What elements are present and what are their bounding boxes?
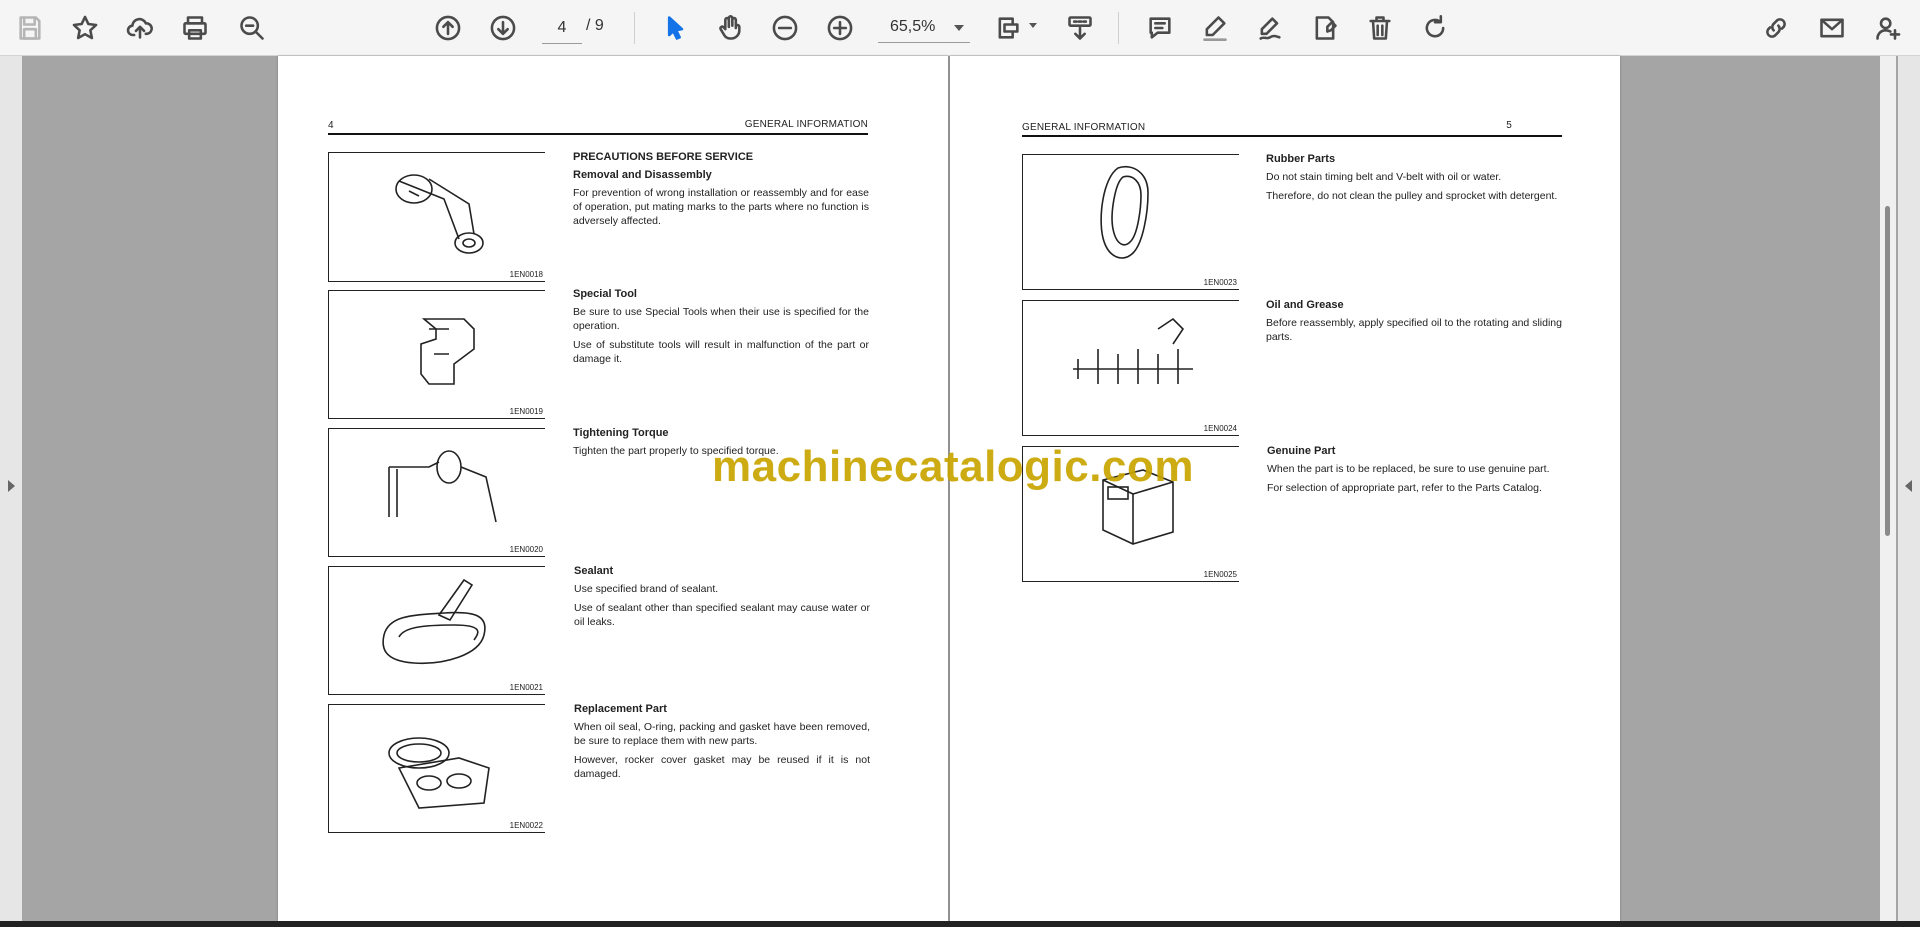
page-number: 4 xyxy=(328,120,334,131)
figure-code: 1EN0024 xyxy=(1203,424,1237,433)
figure-code: 1EN0022 xyxy=(509,821,543,830)
draw-icon[interactable] xyxy=(1250,8,1290,48)
section-text: When the part is to be replaced, be sure… xyxy=(1267,463,1550,475)
page-header: GENERAL INFORMATION xyxy=(1022,122,1146,133)
section-text: Use specified brand of sealant. xyxy=(574,583,719,595)
highlight-icon[interactable] xyxy=(1195,8,1235,48)
page-number-input[interactable] xyxy=(542,13,582,44)
figure-piston: 1EN0018 xyxy=(328,152,545,282)
select-cursor-icon[interactable] xyxy=(655,8,695,48)
section-removal: PRECAUTIONS BEFORE SERVICE Removal and D… xyxy=(573,150,869,233)
figure-belt: 1EN0023 xyxy=(1022,154,1239,290)
figure-gasket: 1EN0022 xyxy=(328,704,545,833)
section-special-tool: Special Tool Be sure to use Special Tool… xyxy=(573,287,869,371)
section-heading: Oil and Grease xyxy=(1266,299,1344,311)
toolbar-divider xyxy=(1118,12,1119,44)
toolbar: / 9 65,5% xyxy=(0,0,1920,56)
belt-illustration xyxy=(1063,163,1203,263)
figure-special-tool: 1EN0019 xyxy=(328,290,545,419)
figure-crankshaft: 1EN0024 xyxy=(1022,300,1239,436)
page-up-icon[interactable] xyxy=(428,8,468,48)
special-tool-illustration xyxy=(369,299,509,399)
piston-illustration xyxy=(369,161,509,261)
gasket-illustration xyxy=(369,713,509,813)
section-text: When oil seal, O-ring, packing and gaske… xyxy=(574,721,870,747)
figure-sealant: 1EN0021 xyxy=(328,566,545,695)
hand-icon[interactable] xyxy=(710,8,750,48)
section-text: Before reassembly, apply specified oil t… xyxy=(1266,317,1562,343)
section-heading: Rubber Parts xyxy=(1266,153,1336,165)
taskbar-edge xyxy=(0,921,1920,927)
chevron-down-icon[interactable] xyxy=(1029,23,1037,28)
crankshaft-illustration xyxy=(1063,309,1203,409)
page-header: GENERAL INFORMATION xyxy=(744,119,868,130)
section-text: For selection of appropriate part, refer… xyxy=(1267,482,1542,494)
section-heading: Special Tool xyxy=(573,288,637,300)
save-icon[interactable] xyxy=(10,8,50,48)
page-down-icon[interactable] xyxy=(483,8,523,48)
section-heading: Removal and Disassembly xyxy=(573,169,712,181)
zoom-search-icon[interactable] xyxy=(232,8,272,48)
upload-icon[interactable] xyxy=(120,8,160,48)
share-link-icon[interactable] xyxy=(1756,8,1796,48)
section-replacement: Replacement Part When oil seal, O-ring, … xyxy=(574,702,870,786)
section-text: Use of substitute tools will result in m… xyxy=(573,339,869,365)
torque-wrench-illustration xyxy=(369,437,509,537)
figure-code: 1EN0025 xyxy=(1203,570,1237,579)
figure-code: 1EN0021 xyxy=(509,683,543,692)
section-main-title: PRECAUTIONS BEFORE SERVICE xyxy=(573,151,754,163)
section-text: Be sure to use Special Tools when their … xyxy=(573,306,869,332)
section-heading: Replacement Part xyxy=(574,703,667,715)
watermark: machinecatalogic.com xyxy=(712,442,1194,491)
toolbar-divider xyxy=(634,12,635,44)
figure-code: 1EN0020 xyxy=(509,545,543,554)
section-rubber: Rubber Parts Do not stain timing belt an… xyxy=(1266,152,1562,208)
zoom-in-icon[interactable] xyxy=(820,8,860,48)
section-heading: Tightening Torque xyxy=(573,427,669,439)
figure-code: 1EN0019 xyxy=(509,407,543,416)
scroll-mode-icon[interactable] xyxy=(1060,8,1100,48)
add-user-icon[interactable] xyxy=(1868,8,1908,48)
page-display-icon[interactable] xyxy=(988,8,1028,48)
comment-icon[interactable] xyxy=(1140,8,1180,48)
section-text: Therefore, do not clean the pulley and s… xyxy=(1266,190,1558,202)
section-sealant: Sealant Use specified brand of sealant. … xyxy=(574,564,870,634)
figure-code: 1EN0023 xyxy=(1203,278,1237,287)
figure-code: 1EN0018 xyxy=(509,270,543,279)
section-text: Do not stain timing belt and V-belt with… xyxy=(1266,171,1502,183)
star-icon[interactable] xyxy=(65,8,105,48)
chevron-right-icon xyxy=(8,480,15,492)
section-genuine: Genuine Part When the part is to be repl… xyxy=(1267,444,1563,500)
chevron-down-icon xyxy=(954,25,964,31)
figure-torque-wrench: 1EN0020 xyxy=(328,428,545,557)
zoom-dropdown[interactable]: 65,5% xyxy=(878,13,970,43)
page-number: 5 xyxy=(1506,120,1512,131)
sealant-illustration xyxy=(369,575,509,675)
stamp-icon[interactable] xyxy=(1305,8,1345,48)
section-heading: Genuine Part xyxy=(1267,445,1336,457)
section-text: Use of sealant other than specified seal… xyxy=(574,602,870,628)
zoom-value: 65,5% xyxy=(890,18,936,35)
section-heading: Sealant xyxy=(574,565,614,577)
page-total: / 9 xyxy=(586,17,604,34)
rotate-icon[interactable] xyxy=(1415,8,1455,48)
chevron-left-icon xyxy=(1905,480,1912,492)
mail-icon[interactable] xyxy=(1812,8,1852,48)
right-panel-toggle[interactable] xyxy=(1898,56,1920,921)
left-panel-toggle[interactable] xyxy=(0,56,22,921)
header-rule xyxy=(1022,135,1562,137)
section-oil: Oil and Grease Before reassembly, apply … xyxy=(1266,298,1562,349)
section-text: However, rocker cover gasket may be reus… xyxy=(574,754,870,780)
vertical-scrollbar[interactable] xyxy=(1880,56,1896,921)
header-rule xyxy=(328,133,868,135)
delete-icon[interactable] xyxy=(1360,8,1400,48)
section-text: For prevention of wrong installation or … xyxy=(573,187,869,227)
print-icon[interactable] xyxy=(175,8,215,48)
scrollbar-thumb[interactable] xyxy=(1885,206,1890,536)
zoom-out-icon[interactable] xyxy=(765,8,805,48)
